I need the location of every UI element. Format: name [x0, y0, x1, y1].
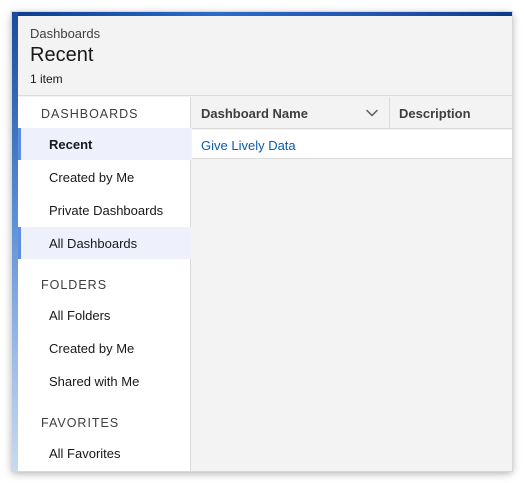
- table-header: Dashboard Name Description: [192, 97, 512, 129]
- sidebar-item-label: All Favorites: [49, 446, 121, 461]
- sidebar-item-all-favorites[interactable]: All Favorites: [18, 437, 191, 469]
- sidebar-item-label: All Dashboards: [49, 236, 138, 251]
- section-heading-favorites: FAVORITES: [41, 416, 120, 430]
- item-count: 1 item: [30, 72, 63, 86]
- sidebar-item-shared-with-me[interactable]: Shared with Me: [18, 365, 191, 397]
- dashboards-list: Dashboard Name Description Give Lively D…: [192, 97, 512, 471]
- column-header-label: Dashboard Name: [201, 106, 308, 121]
- sidebar-item-label: Created by Me: [49, 341, 135, 356]
- sidebar: DASHBOARDS Recent Created by Me Private …: [18, 97, 191, 471]
- breadcrumb[interactable]: Dashboards: [30, 26, 100, 41]
- column-header-description[interactable]: Description: [390, 97, 512, 129]
- page-header: Dashboards Recent 1 item: [18, 16, 512, 96]
- sidebar-item-label: Private Dashboards: [49, 203, 164, 218]
- column-header-label: Description: [399, 106, 471, 121]
- sidebar-item-label: Shared with Me: [49, 374, 140, 389]
- sidebar-item-all-folders[interactable]: All Folders: [18, 299, 191, 331]
- sidebar-item-all-dashboards[interactable]: All Dashboards: [18, 227, 191, 259]
- sidebar-item-label: All Folders: [49, 308, 111, 323]
- sidebar-item-label: Recent: [49, 137, 93, 152]
- dashboard-link[interactable]: Give Lively Data: [201, 138, 296, 153]
- app-window: Dashboards Recent 1 item DASHBOARDS Rece…: [12, 12, 512, 471]
- sidebar-item-recent[interactable]: Recent: [18, 128, 191, 160]
- sidebar-item-folders-created-by-me[interactable]: Created by Me: [18, 332, 191, 364]
- column-header-dashboard-name[interactable]: Dashboard Name: [192, 97, 390, 129]
- sidebar-item-created-by-me[interactable]: Created by Me: [18, 161, 191, 193]
- sidebar-item-label: Created by Me: [49, 170, 135, 185]
- section-heading-dashboards: DASHBOARDS: [41, 107, 139, 121]
- page-title: Recent: [30, 44, 94, 66]
- section-heading-folders: FOLDERS: [41, 278, 108, 292]
- table-row: Give Lively Data: [192, 130, 512, 159]
- sidebar-item-private-dashboards[interactable]: Private Dashboards: [18, 194, 191, 226]
- chevron-down-icon[interactable]: [365, 106, 379, 120]
